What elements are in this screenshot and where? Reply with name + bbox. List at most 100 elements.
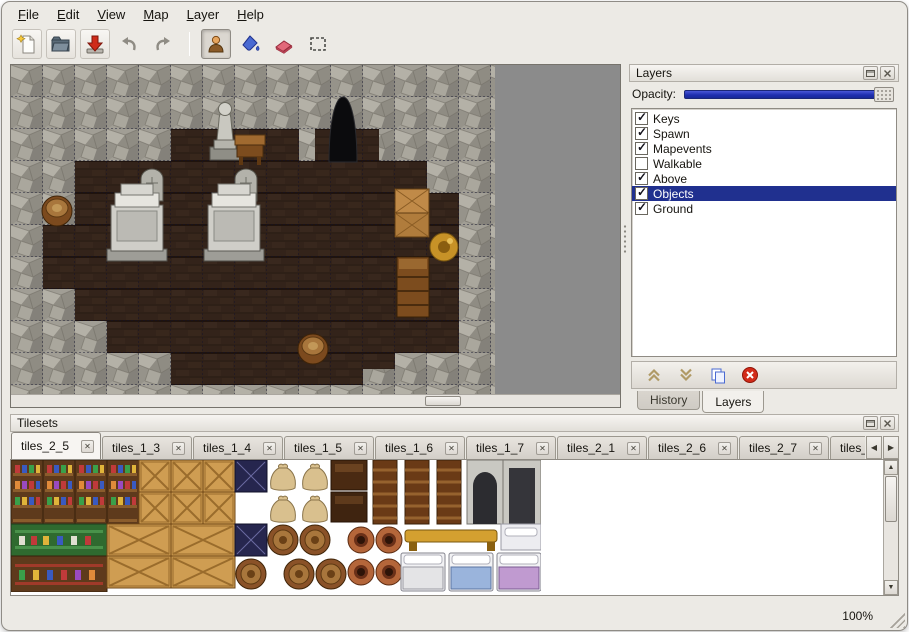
layer-checkbox[interactable] [635, 157, 648, 170]
layer-row[interactable]: Objects [632, 186, 896, 201]
new-map-button[interactable] [12, 29, 42, 59]
tab-close-icon[interactable]: ✕ [536, 442, 549, 455]
dock-tab-bar: History Layers [629, 391, 899, 414]
float-icon [864, 67, 877, 80]
tab-close-icon[interactable]: ✕ [172, 442, 185, 455]
tileset-tab[interactable]: tiles_2_6 ✕ [648, 436, 738, 459]
layer-raise-button[interactable] [644, 365, 664, 385]
opacity-slider[interactable] [684, 90, 890, 99]
layer-row[interactable]: Mapevents [632, 141, 896, 156]
map-image[interactable] [11, 65, 495, 397]
eraser-tool-button[interactable] [269, 29, 299, 59]
layer-checkbox[interactable] [635, 142, 648, 155]
open-folder-icon [50, 33, 72, 55]
open-map-button[interactable] [46, 29, 76, 59]
tileset-tab[interactable]: tiles_2_1✕ [557, 436, 647, 459]
layers-panel: Layers Opacity: [629, 62, 907, 414]
new-file-icon [16, 33, 38, 55]
tab-close-icon[interactable]: ✕ [718, 442, 731, 455]
tab-layers[interactable]: Layers [702, 391, 764, 413]
menu-map[interactable]: Map [135, 4, 176, 25]
layer-delete-button[interactable] [740, 365, 760, 385]
tileset-tab[interactable]: tiles_1_6 ✕ [375, 436, 465, 459]
resize-grip[interactable] [889, 612, 905, 628]
tileset-tab[interactable]: tiles_1_7✕ [466, 436, 556, 459]
tab-history[interactable]: History [637, 391, 700, 410]
scroll-up-icon[interactable]: ▲ [884, 460, 898, 475]
redo-button[interactable] [148, 29, 178, 59]
layer-checkbox[interactable] [635, 112, 648, 125]
tileset-tab-label: tiles_1_3 [112, 441, 160, 455]
map-canvas[interactable] [10, 64, 621, 408]
tileset-tab[interactable]: tiles_1_4✕ [193, 436, 283, 459]
opacity-row: Opacity: [629, 82, 899, 106]
tab-close-icon[interactable]: ✕ [445, 442, 458, 455]
main-area: Layers Opacity: [2, 62, 907, 414]
opacity-slider-track[interactable] [684, 90, 890, 99]
undo-icon [118, 33, 140, 55]
tab-scroll-right-icon[interactable]: ▶ [883, 436, 899, 459]
stamp-tool-button[interactable] [201, 29, 231, 59]
layers-panel-float-button[interactable] [863, 66, 878, 80]
stamp-tool-icon [205, 33, 227, 55]
opacity-slider-handle[interactable] [874, 87, 894, 102]
menu-layer[interactable]: Layer [179, 4, 228, 25]
tileset-vscroll-handle[interactable] [885, 476, 897, 522]
layer-list: Keys Spawn Mapevents Walkable Above [631, 108, 897, 357]
menu-edit[interactable]: Edit [49, 4, 87, 25]
tileset-tab-label: tiles_2_6 [658, 441, 706, 455]
layer-duplicate-button[interactable] [708, 365, 728, 385]
layers-panel-title: Layers [636, 66, 861, 80]
layer-row[interactable]: Ground [632, 201, 896, 216]
map-horizontal-scrollbar[interactable] [11, 394, 620, 407]
tab-close-icon[interactable]: ✕ [627, 442, 640, 455]
tilesets-panel: Tilesets tiles_2_5✕ tiles_1_3 ✕ tiles_1_4… [2, 414, 907, 598]
menu-file[interactable]: File [10, 4, 47, 25]
tileset-tab[interactable]: tiles_2_7 ✕ [739, 436, 829, 459]
tileset-tab-label: tiles_1_6 [385, 441, 433, 455]
selection-tool-icon [307, 33, 329, 55]
layer-checkbox[interactable] [635, 172, 648, 185]
layer-label: Objects [653, 187, 694, 201]
tab-close-icon[interactable]: ✕ [263, 442, 276, 455]
layer-row[interactable]: Walkable [632, 156, 896, 171]
tileset-tab[interactable]: tiles_1_3 ✕ [102, 436, 192, 459]
tilesets-panel-close-button[interactable] [880, 416, 895, 430]
layers-panel-close-button[interactable] [880, 66, 895, 80]
map-hscroll-handle[interactable] [425, 396, 461, 406]
menu-help[interactable]: Help [229, 4, 272, 25]
save-map-button[interactable] [80, 29, 110, 59]
scroll-down-icon[interactable]: ▼ [884, 580, 898, 595]
tab-scroll-left-icon[interactable]: ◀ [866, 436, 882, 459]
layer-row[interactable]: Spawn [632, 126, 896, 141]
tileset-tab[interactable]: tiles_2_5✕ [11, 432, 101, 459]
float-icon [864, 417, 877, 430]
tab-close-icon[interactable]: ✕ [809, 442, 822, 455]
layer-label: Spawn [653, 127, 690, 141]
fill-tool-button[interactable] [235, 29, 265, 59]
layer-label: Mapevents [653, 142, 712, 156]
undo-button[interactable] [114, 29, 144, 59]
layer-row[interactable]: Above [632, 171, 896, 186]
tilesets-panel-title: Tilesets [17, 416, 861, 430]
layer-checkbox[interactable] [635, 202, 648, 215]
tab-close-icon[interactable]: ✕ [81, 440, 94, 453]
toolbar-separator [189, 32, 190, 56]
tileset-tab-label: tiles_2_7 [749, 441, 797, 455]
tileset-tab-bar: tiles_2_5✕ tiles_1_3 ✕ tiles_1_4✕ tiles_1… [10, 432, 899, 459]
tileset-tab[interactable]: tiles_1_5✕ [284, 436, 374, 459]
tileset-vertical-scrollbar[interactable]: ▲ ▼ [883, 460, 898, 595]
layer-checkbox[interactable] [635, 187, 648, 200]
tileset-image[interactable] [11, 460, 541, 592]
layer-checkbox[interactable] [635, 127, 648, 140]
layer-lower-button[interactable] [676, 365, 696, 385]
layer-row[interactable]: Keys [632, 111, 896, 126]
tileset-content: ▲ ▼ [10, 459, 899, 596]
layer-label: Ground [653, 202, 693, 216]
tilesets-panel-float-button[interactable] [863, 416, 878, 430]
menu-view[interactable]: View [89, 4, 133, 25]
tab-close-icon[interactable]: ✕ [354, 442, 367, 455]
selection-tool-button[interactable] [303, 29, 333, 59]
vertical-splitter[interactable] [621, 62, 629, 414]
opacity-label: Opacity: [632, 87, 676, 101]
